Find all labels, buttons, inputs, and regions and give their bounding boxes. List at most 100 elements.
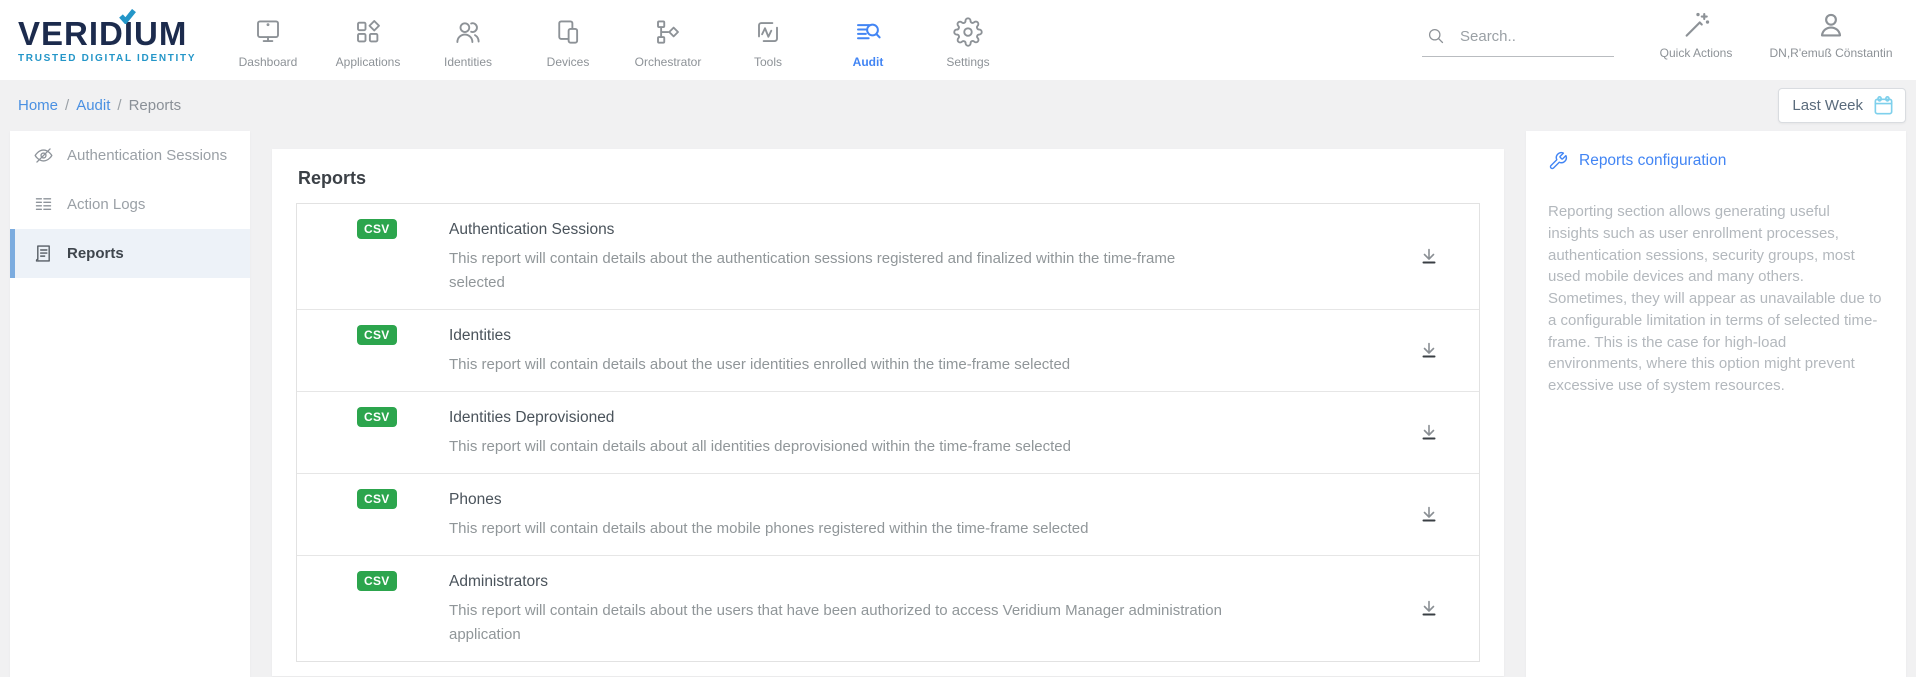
report-info: Authentication Sessions This report will… <box>449 218 1229 295</box>
devices-icon <box>553 16 583 48</box>
tools-icon <box>753 16 783 48</box>
wrench-icon <box>1548 151 1568 171</box>
nav-label: Orchestrator <box>635 55 702 69</box>
sidebar-item-action-logs[interactable]: Action Logs <box>10 180 250 229</box>
audit-icon <box>853 16 883 48</box>
report-row-administrators: CSV Administrators This report will cont… <box>297 555 1479 661</box>
report-description: This report will contain details about t… <box>449 599 1229 647</box>
report-title: Identities <box>449 324 1229 348</box>
csv-badge: CSV <box>357 571 397 591</box>
report-title: Authentication Sessions <box>449 218 1229 242</box>
download-button[interactable] <box>1413 499 1445 531</box>
nav-label: Applications <box>336 55 401 69</box>
report-info: Administrators This report will contain … <box>449 570 1229 647</box>
download-button[interactable] <box>1413 417 1445 449</box>
breadcrumb: Home / Audit / Reports <box>18 97 181 114</box>
user-avatar-icon <box>1816 10 1846 40</box>
date-range-button[interactable]: Last Week <box>1778 88 1906 123</box>
audit-sidebar: Authentication Sessions Action Logs Repo… <box>10 131 250 677</box>
csv-badge: CSV <box>357 407 397 427</box>
reports-configuration-link[interactable]: Reports configuration <box>1548 151 1884 171</box>
quick-actions-button[interactable]: Quick Actions <box>1640 10 1752 70</box>
calendar-icon <box>1872 94 1895 117</box>
settings-gear-icon <box>953 16 983 48</box>
report-description: This report will contain details about t… <box>449 247 1229 295</box>
report-info: Identities This report will contain deta… <box>449 324 1229 377</box>
logo-wordmark: VERIDIUM <box>18 17 210 50</box>
report-document-icon <box>33 243 54 264</box>
csv-badge: CSV <box>357 325 397 345</box>
sidebar-item-label: Action Logs <box>67 196 145 213</box>
breadcrumb-current: Reports <box>129 97 182 114</box>
report-list: CSV Authentication Sessions This report … <box>296 203 1480 662</box>
logo-tagline: TRUSTED DIGITAL IDENTITY <box>18 53 210 64</box>
top-bar: VERIDIUM TRUSTED DIGITAL IDENTITY Dashbo… <box>0 0 1916 80</box>
report-description: This report will contain details about a… <box>449 435 1229 459</box>
magic-wand-icon <box>1681 10 1711 40</box>
breadcrumb-home-link[interactable]: Home <box>18 97 58 114</box>
report-info: Identities Deprovisioned This report wil… <box>449 406 1229 459</box>
reports-info-text: Reporting section allows generating usef… <box>1548 201 1884 397</box>
download-column <box>1397 324 1461 377</box>
report-title: Administrators <box>449 570 1229 594</box>
report-row-identities-deprovisioned: CSV Identities Deprovisioned This report… <box>297 391 1479 473</box>
csv-badge: CSV <box>357 219 397 239</box>
download-column <box>1397 218 1461 295</box>
breadcrumb-audit-link[interactable]: Audit <box>76 97 110 114</box>
page-title: Reports <box>298 168 1480 189</box>
nav-item-dashboard[interactable]: Dashboard <box>218 12 318 69</box>
download-button[interactable] <box>1413 593 1445 625</box>
sidebar-item-reports[interactable]: Reports <box>10 229 250 278</box>
nav-item-settings[interactable]: Settings <box>918 12 1018 69</box>
breadcrumb-separator: / <box>117 97 121 114</box>
nav-label: Settings <box>946 55 989 69</box>
download-column <box>1397 488 1461 541</box>
report-title: Phones <box>449 488 1229 512</box>
nav-item-applications[interactable]: Applications <box>318 12 418 69</box>
report-row-authentication-sessions: CSV Authentication Sessions This report … <box>297 204 1479 309</box>
date-range-label: Last Week <box>1792 97 1863 114</box>
nav-item-audit[interactable]: Audit <box>818 12 918 69</box>
badge-column: CSV <box>297 218 449 295</box>
topbar-right: Quick Actions DN,R'emuß Cönstantin <box>1422 10 1916 70</box>
main-nav: Dashboard Applications Identities Device… <box>218 12 1018 69</box>
search-input[interactable] <box>1460 28 1600 45</box>
report-title: Identities Deprovisioned <box>449 406 1229 430</box>
reports-configuration-label: Reports configuration <box>1579 152 1726 170</box>
sidebar-item-label: Reports <box>67 245 124 262</box>
badge-column: CSV <box>297 406 449 459</box>
nav-item-devices[interactable]: Devices <box>518 12 618 69</box>
nav-item-tools[interactable]: Tools <box>718 12 818 69</box>
nav-label: Devices <box>547 55 590 69</box>
veridium-logo[interactable]: VERIDIUM TRUSTED DIGITAL IDENTITY <box>18 17 210 64</box>
download-column <box>1397 406 1461 459</box>
nav-item-orchestrator[interactable]: Orchestrator <box>618 12 718 69</box>
report-row-phones: CSV Phones This report will contain deta… <box>297 473 1479 555</box>
report-description: This report will contain details about t… <box>449 353 1229 377</box>
eye-off-icon <box>33 145 54 166</box>
badge-column: CSV <box>297 324 449 377</box>
badge-column: CSV <box>297 570 449 647</box>
search-box <box>1422 20 1614 57</box>
report-description: This report will contain details about t… <box>449 517 1229 541</box>
report-row-identities: CSV Identities This report will contain … <box>297 309 1479 391</box>
nav-label: Dashboard <box>239 55 298 69</box>
badge-column: CSV <box>297 488 449 541</box>
download-button[interactable] <box>1413 241 1445 273</box>
nav-item-identities[interactable]: Identities <box>418 12 518 69</box>
content-area: Authentication Sessions Action Logs Repo… <box>0 131 1916 677</box>
sidebar-item-label: Authentication Sessions <box>67 147 227 164</box>
nav-label: Tools <box>754 55 782 69</box>
user-menu[interactable]: DN,R'emuß Cönstantin <box>1752 10 1910 70</box>
nav-label: Identities <box>444 55 492 69</box>
quick-actions-label: Quick Actions <box>1660 46 1733 60</box>
dashboard-icon <box>253 16 283 48</box>
download-column <box>1397 570 1461 647</box>
reports-info-panel: Reports configuration Reporting section … <box>1526 131 1906 677</box>
applications-icon <box>353 16 383 48</box>
sidebar-item-authentication-sessions[interactable]: Authentication Sessions <box>10 131 250 180</box>
reports-card: Reports CSV Authentication Sessions This… <box>272 149 1504 676</box>
report-info: Phones This report will contain details … <box>449 488 1229 541</box>
breadcrumb-row: Home / Audit / Reports Last Week <box>0 80 1916 131</box>
download-button[interactable] <box>1413 335 1445 367</box>
